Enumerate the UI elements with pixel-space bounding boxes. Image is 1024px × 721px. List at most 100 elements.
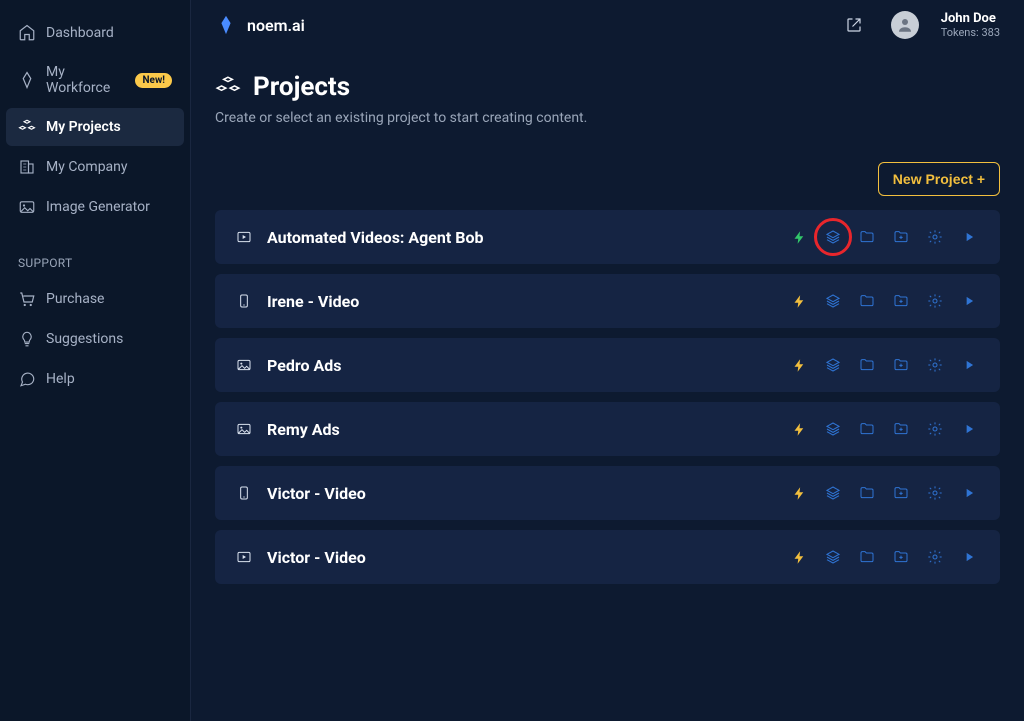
play-icon[interactable] xyxy=(958,226,980,248)
sidebar-item-label: Dashboard xyxy=(46,25,114,41)
page-title: Projects xyxy=(253,72,350,102)
bolt-icon[interactable] xyxy=(788,418,810,440)
sidebar-item-image-generator[interactable]: Image Generator xyxy=(6,188,184,226)
page-title-row: Projects xyxy=(215,72,1000,102)
gear-icon[interactable] xyxy=(924,546,946,568)
project-name: Irene - Video xyxy=(267,292,774,311)
sidebar-item-my-workforce[interactable]: My Workforce New! xyxy=(6,54,184,106)
folder-icon[interactable] xyxy=(856,546,878,568)
new-project-button[interactable]: New Project + xyxy=(878,162,1000,196)
main-area: noem.ai John Doe Tokens: 383 Projects Cr… xyxy=(190,0,1024,721)
folder-icon[interactable] xyxy=(856,354,878,376)
project-row[interactable]: Irene - Video xyxy=(215,274,1000,328)
gear-icon[interactable] xyxy=(924,482,946,504)
cart-icon xyxy=(18,290,36,308)
folder-icon[interactable] xyxy=(856,482,878,504)
project-row[interactable]: Pedro Ads xyxy=(215,338,1000,392)
sidebar-item-suggestions[interactable]: Suggestions xyxy=(6,320,184,358)
bolt-icon[interactable] xyxy=(788,226,810,248)
sidebar-item-label: My Workforce xyxy=(46,64,125,96)
support-nav: Purchase Suggestions Help xyxy=(6,280,184,400)
layers-icon[interactable] xyxy=(822,482,844,504)
folder-add-icon[interactable] xyxy=(890,482,912,504)
avatar[interactable] xyxy=(891,11,919,39)
layers-icon[interactable] xyxy=(822,418,844,440)
project-actions xyxy=(788,354,980,376)
sidebar-item-label: My Company xyxy=(46,159,128,175)
sidebar-item-label: Suggestions xyxy=(46,331,123,347)
folder-add-icon[interactable] xyxy=(890,226,912,248)
sidebar-item-help[interactable]: Help xyxy=(6,360,184,398)
folder-add-icon[interactable] xyxy=(890,290,912,312)
project-row[interactable]: Victor - Video xyxy=(215,530,1000,584)
folder-add-icon[interactable] xyxy=(890,354,912,376)
project-actions xyxy=(788,482,980,504)
brand-name: noem.ai xyxy=(247,16,305,35)
play-icon[interactable] xyxy=(958,290,980,312)
video-icon xyxy=(235,548,253,566)
image-icon xyxy=(235,420,253,438)
page-description: Create or select an existing project to … xyxy=(215,110,1000,126)
play-icon[interactable] xyxy=(958,546,980,568)
topbar: noem.ai John Doe Tokens: 383 xyxy=(191,0,1024,50)
new-badge: New! xyxy=(135,73,172,88)
gear-icon[interactable] xyxy=(924,354,946,376)
cubes-icon xyxy=(215,74,241,100)
project-name: Automated Videos: Agent Bob xyxy=(267,228,774,247)
project-actions xyxy=(788,226,980,248)
play-icon[interactable] xyxy=(958,418,980,440)
image-icon xyxy=(235,356,253,374)
folder-icon[interactable] xyxy=(856,226,878,248)
actions-row: New Project + xyxy=(215,162,1000,196)
project-name: Victor - Video xyxy=(267,484,774,503)
image-icon xyxy=(18,198,36,216)
brand[interactable]: noem.ai xyxy=(215,14,305,36)
mobile-icon xyxy=(235,484,253,502)
project-row[interactable]: Victor - Video xyxy=(215,466,1000,520)
user-block[interactable]: John Doe Tokens: 383 xyxy=(941,11,1000,40)
brand-icon xyxy=(215,14,237,36)
sidebar-item-my-company[interactable]: My Company xyxy=(6,148,184,186)
bolt-icon[interactable] xyxy=(788,546,810,568)
sidebar-item-label: Purchase xyxy=(46,291,104,307)
bolt-icon[interactable] xyxy=(788,290,810,312)
gear-icon[interactable] xyxy=(924,226,946,248)
building-icon xyxy=(18,158,36,176)
mobile-icon xyxy=(235,292,253,310)
layers-icon[interactable] xyxy=(822,290,844,312)
open-external-button[interactable] xyxy=(841,12,867,38)
layers-icon[interactable] xyxy=(822,354,844,376)
video-icon xyxy=(235,228,253,246)
sidebar-item-label: Help xyxy=(46,371,75,387)
sidebar-item-label: Image Generator xyxy=(46,199,150,215)
gear-icon[interactable] xyxy=(924,418,946,440)
play-icon[interactable] xyxy=(958,482,980,504)
project-actions xyxy=(788,546,980,568)
project-row[interactable]: Automated Videos: Agent Bob xyxy=(215,210,1000,264)
project-row[interactable]: Remy Ads xyxy=(215,402,1000,456)
bolt-icon[interactable] xyxy=(788,354,810,376)
bulb-icon xyxy=(18,330,36,348)
sidebar-item-purchase[interactable]: Purchase xyxy=(6,280,184,318)
user-tokens: Tokens: 383 xyxy=(941,26,1000,39)
project-name: Pedro Ads xyxy=(267,356,774,375)
main-nav: Dashboard My Workforce New! My Projects My C… xyxy=(6,14,184,228)
layers-icon[interactable] xyxy=(822,226,844,248)
cubes-icon xyxy=(18,118,36,136)
folder-icon[interactable] xyxy=(856,290,878,312)
bolt-icon[interactable] xyxy=(788,482,810,504)
project-name: Victor - Video xyxy=(267,548,774,567)
layers-icon[interactable] xyxy=(822,546,844,568)
sidebar-item-my-projects[interactable]: My Projects xyxy=(6,108,184,146)
project-list: Automated Videos: Agent Bob Irene - Video… xyxy=(215,210,1000,584)
project-name: Remy Ads xyxy=(267,420,774,439)
gear-icon[interactable] xyxy=(924,290,946,312)
content: Projects Create or select an existing pr… xyxy=(191,50,1024,721)
folder-icon[interactable] xyxy=(856,418,878,440)
folder-add-icon[interactable] xyxy=(890,546,912,568)
diamond-icon xyxy=(18,71,36,89)
folder-add-icon[interactable] xyxy=(890,418,912,440)
sidebar-item-dashboard[interactable]: Dashboard xyxy=(6,14,184,52)
project-actions xyxy=(788,290,980,312)
play-icon[interactable] xyxy=(958,354,980,376)
